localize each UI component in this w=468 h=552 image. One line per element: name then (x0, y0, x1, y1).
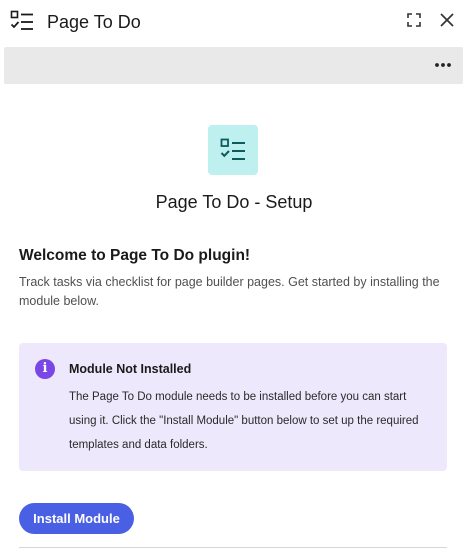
welcome-description: Track tasks via checklist for page build… (19, 275, 440, 308)
setup-title: Page To Do - Setup (155, 192, 313, 212)
divider (19, 547, 447, 548)
notice-body: The Page To Do module needs to be instal… (69, 391, 419, 451)
expand-icon[interactable] (406, 12, 422, 28)
panel-title: Page To Do (47, 12, 141, 32)
notice-title: Module Not Installed (69, 362, 192, 376)
panel-header: Page To Do (0, 0, 468, 44)
checklist-icon (10, 10, 34, 32)
panel-toolbar (4, 47, 463, 84)
more-icon[interactable] (433, 58, 453, 72)
install-module-button[interactable]: Install Module (19, 503, 134, 534)
close-icon[interactable] (439, 12, 455, 28)
setup-checklist-icon (208, 125, 258, 175)
welcome-heading: Welcome to Page To Do plugin! (19, 247, 251, 264)
page-todo-panel: Page To Do Page To Do - Setup Welcome to… (0, 0, 468, 552)
info-icon: i (35, 359, 55, 379)
module-not-installed-notice: i Module Not Installed The Page To Do mo… (19, 343, 447, 471)
